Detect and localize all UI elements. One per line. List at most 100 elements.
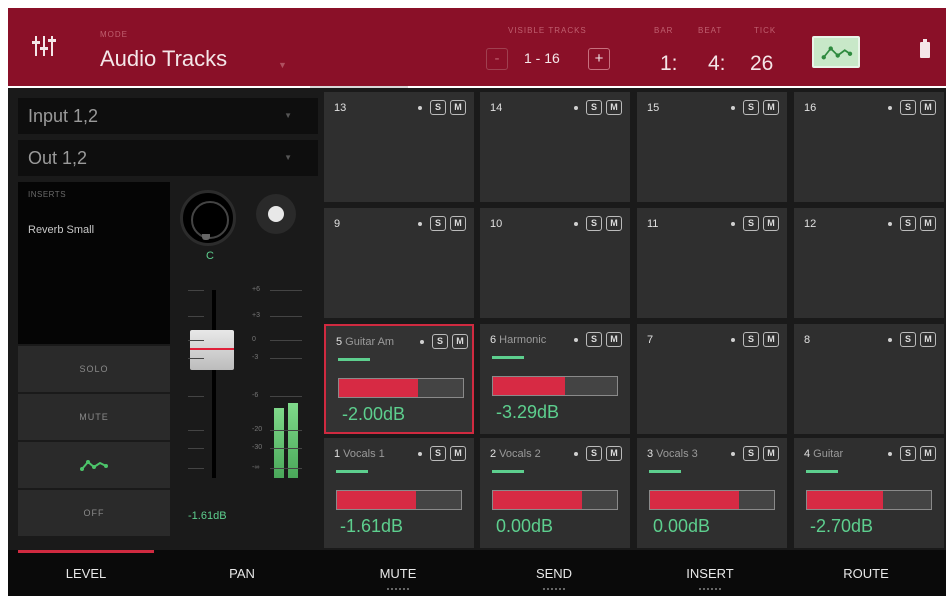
track-mute-button[interactable]: M: [763, 332, 779, 347]
fader-scale-label: -30: [252, 444, 263, 451]
track-pad[interactable]: 4 Guitar S M -2.70dB: [794, 438, 944, 548]
track-solo-button[interactable]: S: [430, 100, 446, 115]
track-pad[interactable]: 11 S M: [637, 208, 787, 318]
track-pad[interactable]: 15 S M: [637, 92, 787, 202]
track-solo-button[interactable]: S: [432, 334, 448, 349]
track-mute-button[interactable]: M: [920, 446, 936, 461]
track-solo-button[interactable]: S: [743, 216, 759, 231]
track-name: 15: [647, 102, 721, 114]
track-pad[interactable]: 5 Guitar Am S M -2.00dB: [324, 324, 474, 434]
automation-mode-button[interactable]: [18, 442, 170, 488]
fader-handle[interactable]: [190, 330, 234, 371]
track-level-bar[interactable]: [649, 490, 775, 510]
track-solo-button[interactable]: S: [430, 216, 446, 231]
tick-label: TICK: [754, 26, 777, 35]
tracks-prev-button[interactable]: -: [486, 48, 508, 70]
track-solo-button[interactable]: S: [586, 446, 602, 461]
track-level-value: -2.00dB: [342, 404, 406, 424]
track-level-bar[interactable]: [806, 490, 932, 510]
track-name: 10: [490, 218, 564, 230]
track-solo-button[interactable]: S: [586, 216, 602, 231]
track-level-bar[interactable]: [492, 490, 618, 510]
track-solo-button[interactable]: S: [900, 332, 916, 347]
track-pad[interactable]: 1 Vocals 1 S M -1.61dB: [324, 438, 474, 548]
track-level-bar[interactable]: [338, 378, 464, 398]
track-mute-button[interactable]: M: [920, 216, 936, 231]
fader-scale-label: +3: [252, 312, 260, 319]
track-pad[interactable]: 2 Vocals 2 S M 0.00dB: [480, 438, 630, 548]
record-arm-button[interactable]: [256, 194, 296, 234]
tab-mute[interactable]: MUTE: [320, 550, 476, 596]
tab-insert[interactable]: INSERT: [632, 550, 788, 596]
track-solo-button[interactable]: S: [743, 332, 759, 347]
tab-route[interactable]: ROUTE: [788, 550, 944, 596]
tab-label: MUTE: [379, 565, 417, 581]
track-mute-button[interactable]: M: [920, 100, 936, 115]
tracks-next-button[interactable]: +: [588, 48, 610, 70]
fader-tick: [270, 468, 302, 469]
track-activity-line: [492, 470, 524, 473]
track-pad[interactable]: 10 S M: [480, 208, 630, 318]
bar-label: BAR: [654, 26, 674, 35]
mute-button[interactable]: MUTE: [18, 394, 170, 440]
track-number: 12: [804, 218, 817, 230]
tab-label: SEND: [535, 565, 573, 581]
track-pad[interactable]: 7 SM: [637, 324, 787, 434]
visible-tracks-label: VISIBLE TRACKS: [508, 26, 587, 35]
track-mute-button[interactable]: M: [452, 334, 468, 349]
track-solo-button[interactable]: S: [586, 332, 602, 347]
track-solo-button[interactable]: S: [586, 100, 602, 115]
track-pad[interactable]: 13 S M: [324, 92, 474, 202]
mixer-sliders-icon[interactable]: [30, 32, 58, 60]
inserts-panel[interactable]: INSERTS Reverb Small: [18, 182, 170, 344]
tab-pan[interactable]: PAN: [164, 550, 320, 596]
track-pad[interactable]: 14 S M: [480, 92, 630, 202]
automation-button[interactable]: [812, 36, 860, 68]
tab-send[interactable]: SEND: [476, 550, 632, 596]
track-mute-button[interactable]: M: [606, 332, 622, 347]
tab-level[interactable]: LEVEL: [8, 550, 164, 596]
output-select[interactable]: Out 1,2 ▼: [18, 140, 318, 176]
track-label: Guitar: [810, 448, 844, 460]
track-pad[interactable]: 9 SM: [324, 208, 474, 318]
track-solo-button[interactable]: S: [900, 446, 916, 461]
track-mute-button[interactable]: M: [450, 100, 466, 115]
fader-area: +6 +3 0 -3 -6 -20 -30 -∞: [178, 278, 308, 488]
track-solo-button[interactable]: S: [743, 100, 759, 115]
track-indicator-dot: [731, 452, 735, 456]
track-indicator-dot: [888, 452, 892, 456]
track-pad[interactable]: 16 S M: [794, 92, 944, 202]
track-solo-button[interactable]: S: [743, 446, 759, 461]
track-mute-button[interactable]: M: [606, 216, 622, 231]
track-mute-button[interactable]: M: [606, 100, 622, 115]
track-pad[interactable]: 12 S M: [794, 208, 944, 318]
track-pad[interactable]: 6 Harmonic S M -3.29dB: [480, 324, 630, 434]
automation-off-button[interactable]: OFF: [18, 490, 170, 536]
track-mute-button[interactable]: M: [763, 446, 779, 461]
fader-tick: [188, 396, 204, 397]
track-mute-button[interactable]: M: [763, 100, 779, 115]
track-pad[interactable]: 8 SM: [794, 324, 944, 434]
mode-title[interactable]: Audio Tracks: [100, 46, 227, 72]
track-solo-button[interactable]: S: [430, 446, 446, 461]
track-mute-button[interactable]: M: [450, 446, 466, 461]
track-pad[interactable]: 3 Vocals 3 S M 0.00dB: [637, 438, 787, 548]
track-solo-button[interactable]: S: [900, 216, 916, 231]
track-mute-button[interactable]: M: [763, 216, 779, 231]
more-options-icon: [387, 588, 409, 590]
track-mute-button[interactable]: M: [606, 446, 622, 461]
track-activity-line: [492, 356, 524, 359]
track-level-bar[interactable]: [492, 376, 618, 396]
track-solo-button[interactable]: S: [900, 100, 916, 115]
insert-item[interactable]: Reverb Small: [28, 224, 94, 236]
header-bar: MODE Audio Tracks ▼ VISIBLE TRACKS - 1 -…: [8, 8, 946, 86]
track-mute-button[interactable]: M: [450, 216, 466, 231]
input-select[interactable]: Input 1,2 ▼: [18, 98, 318, 134]
solo-button[interactable]: SOLO: [18, 346, 170, 392]
fader-tick: [188, 448, 204, 449]
track-level-bar[interactable]: [336, 490, 462, 510]
chevron-down-icon[interactable]: ▼: [278, 60, 287, 70]
track-name: 3 Vocals 3: [647, 448, 721, 460]
track-mute-button[interactable]: M: [920, 332, 936, 347]
track-indicator-dot: [888, 338, 892, 342]
